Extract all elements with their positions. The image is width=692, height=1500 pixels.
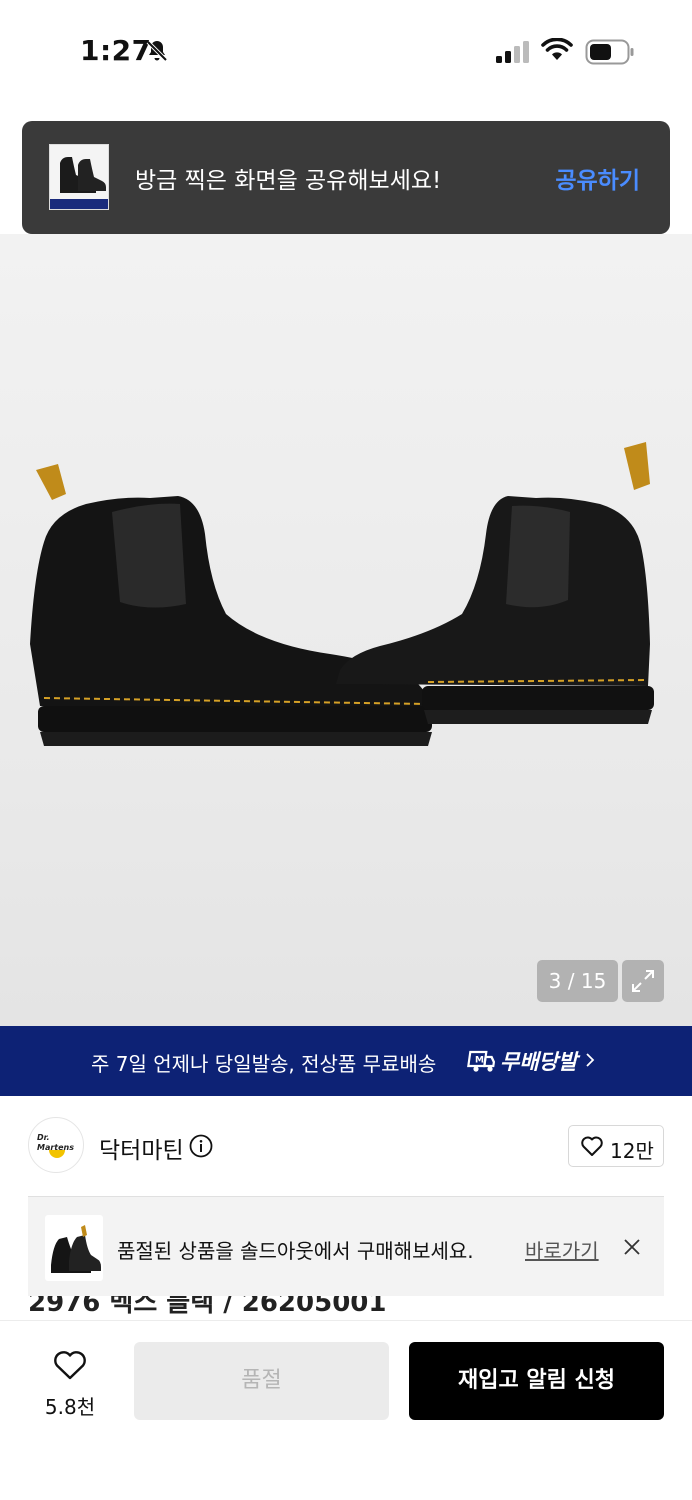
wifi-icon <box>541 38 573 60</box>
bottom-action-bar: 5.8천 품절 재입고 알림 신청 <box>0 1320 692 1500</box>
boot-thumbnail-image <box>60 157 106 193</box>
screenshot-thumbnail <box>49 144 109 210</box>
notice-message: 품절된 상품을 솔드아웃에서 구매해보세요. <box>117 1239 474 1263</box>
brand-like-count: 12만 <box>610 1139 654 1163</box>
share-toast: 방금 찍은 화면을 공유해보세요! 공유하기 <box>22 121 670 234</box>
brand-logo[interactable]: Dr. Martens <box>28 1117 84 1173</box>
product-photo-boots <box>30 442 654 746</box>
delivery-truck-icon: M <box>467 1050 496 1072</box>
brand-logo-accent <box>49 1150 65 1158</box>
notice-product-thumbnail <box>45 1215 103 1281</box>
cellular-signal-icon <box>496 41 529 63</box>
promo-logo: 무배당발 <box>500 1050 578 1074</box>
product-title-text: 2976 벡스 블랙 / 26205001 <box>28 1296 387 1318</box>
soldout-notice: 품절된 상품을 솔드아웃에서 구매해보세요. 바로가기 <box>28 1196 664 1296</box>
status-time: 1:27 <box>80 34 152 67</box>
status-bar: 1:27 <box>0 0 692 100</box>
close-icon[interactable] <box>622 1237 642 1257</box>
soldout-button: 품절 <box>134 1342 389 1420</box>
image-counter: 3 / 15 <box>537 960 618 1002</box>
expand-icon <box>632 970 654 992</box>
chevron-right-icon <box>586 1053 595 1067</box>
product-image-gallery[interactable]: 3 / 15 <box>0 234 692 1026</box>
expand-image-button[interactable] <box>622 960 664 1002</box>
boot-thumbnail-image <box>51 1225 101 1273</box>
battery-icon <box>585 39 634 65</box>
heart-outline-icon <box>581 1136 603 1156</box>
wishlist-count: 5.8천 <box>44 1395 96 1419</box>
promo-text: 주 7일 언제나 당일발송, 전상품 무료배송 <box>91 1052 437 1076</box>
bell-slash-icon <box>146 40 168 62</box>
share-button[interactable]: 공유하기 <box>555 161 640 195</box>
wishlist-button[interactable]: 5.8천 <box>30 1345 110 1425</box>
brand-like-button[interactable]: 12만 <box>568 1125 664 1167</box>
brand-name[interactable]: 닥터마틴 <box>99 1131 184 1165</box>
info-icon[interactable] <box>189 1134 213 1158</box>
notice-go-link[interactable]: 바로가기 <box>525 1235 599 1264</box>
heart-outline-icon <box>54 1351 86 1380</box>
product-title: 2976 벡스 블랙 / 26205001 <box>28 1296 628 1320</box>
svg-text:M: M <box>475 1056 484 1066</box>
restock-alert-button[interactable]: 재입고 알림 신청 <box>409 1342 664 1420</box>
share-message: 방금 찍은 화면을 공유해보세요! <box>135 168 442 194</box>
delivery-promo-banner[interactable]: 주 7일 언제나 당일발송, 전상품 무료배송 M 무배당발 <box>0 1026 692 1096</box>
